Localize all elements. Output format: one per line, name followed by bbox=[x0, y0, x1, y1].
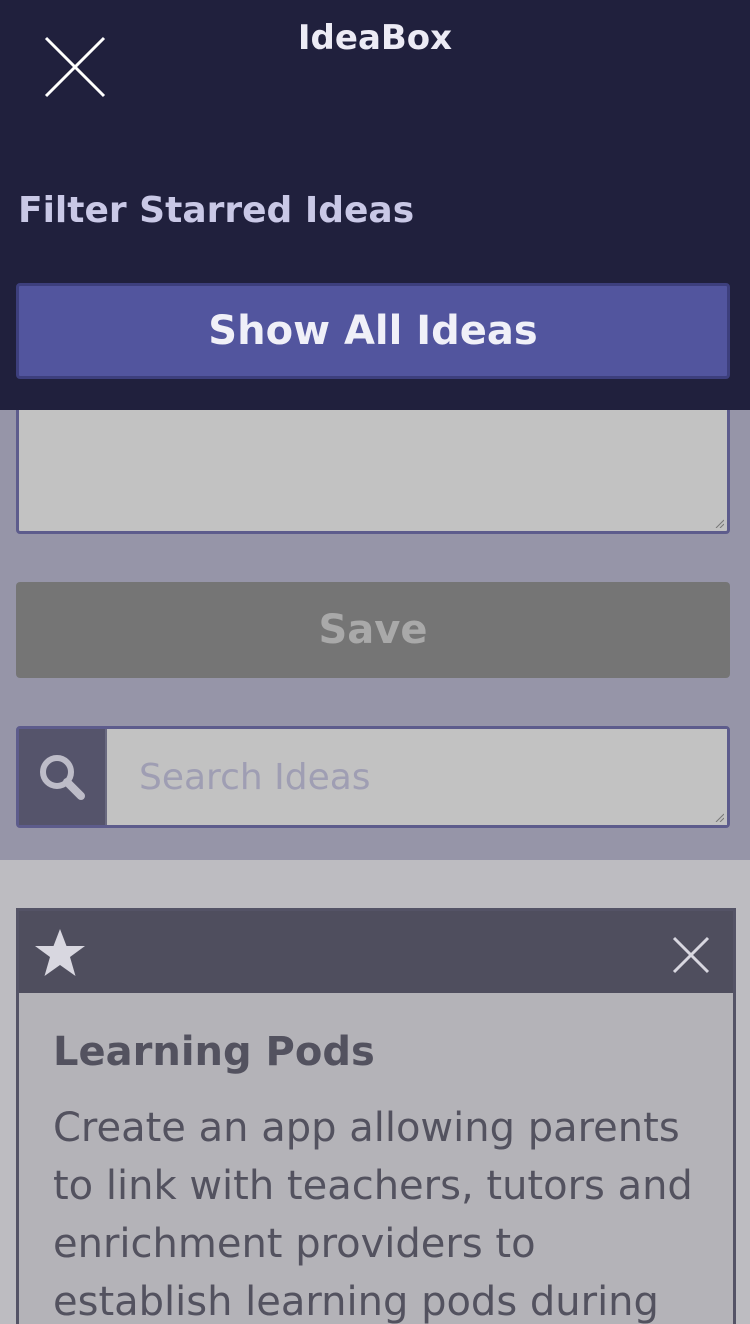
search-icon bbox=[40, 755, 85, 800]
idea-body[interactable]: Create an app allowing parents to link w… bbox=[53, 1099, 699, 1324]
close-icon[interactable] bbox=[671, 935, 711, 975]
idea-card: Learning Pods Create an app allowing par… bbox=[16, 908, 736, 1324]
resize-grip-icon[interactable] bbox=[714, 812, 724, 822]
idea-title[interactable]: Learning Pods bbox=[53, 1029, 699, 1075]
search-bar bbox=[16, 726, 730, 828]
search-input-wrapper bbox=[105, 729, 727, 825]
search-input[interactable] bbox=[107, 729, 727, 825]
filter-drawer: IdeaBox Filter Starred Ideas Show All Id… bbox=[0, 0, 750, 410]
filter-label: Filter Starred Ideas bbox=[18, 190, 415, 231]
idea-card-header bbox=[19, 911, 733, 993]
app-root: Save Search Ideas Learning Pods Create a… bbox=[0, 0, 750, 1324]
idea-card-body: Learning Pods Create an app allowing par… bbox=[19, 993, 733, 1324]
star-icon[interactable] bbox=[33, 927, 87, 979]
search-button[interactable] bbox=[19, 729, 105, 825]
show-all-ideas-button[interactable]: Show All Ideas bbox=[16, 283, 730, 379]
save-button[interactable]: Save bbox=[16, 582, 730, 678]
app-title: IdeaBox bbox=[297, 18, 453, 58]
resize-grip-icon[interactable] bbox=[714, 518, 724, 528]
